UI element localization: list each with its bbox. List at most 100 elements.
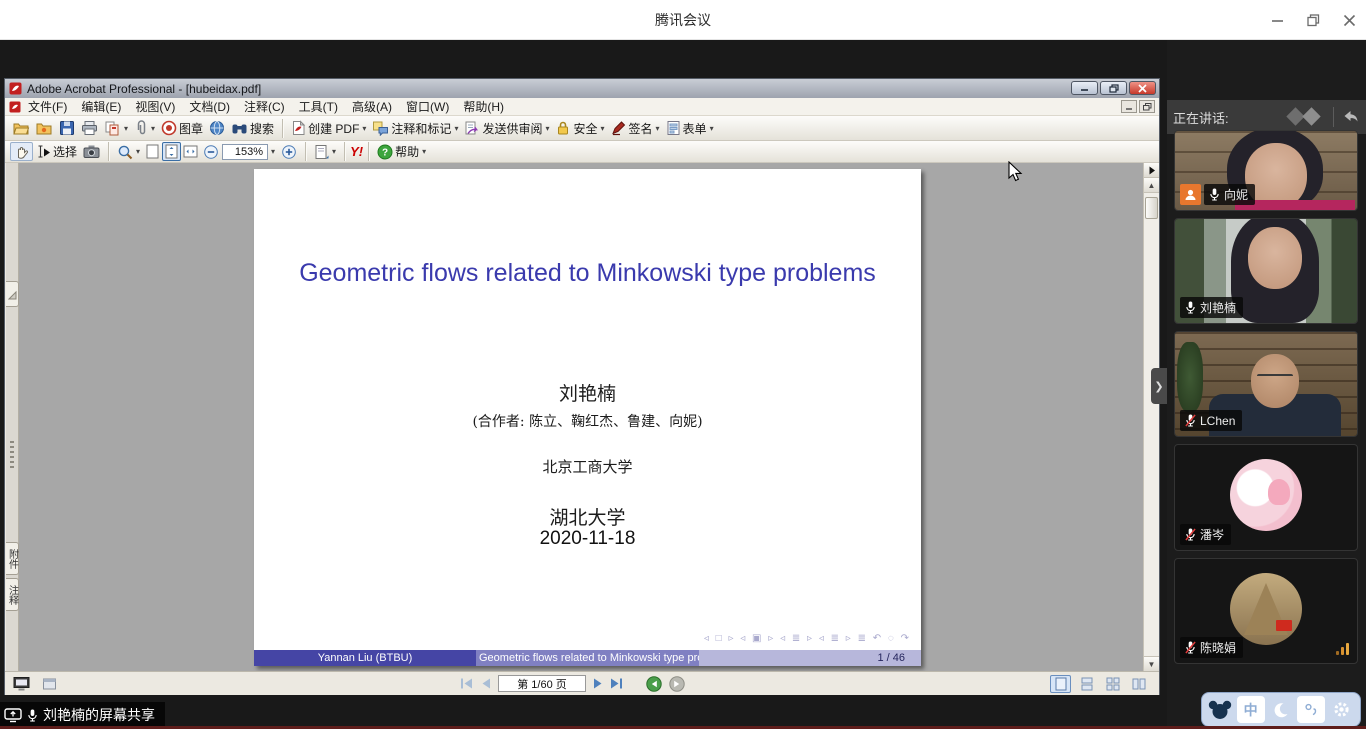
fit-visible-button[interactable] xyxy=(181,142,200,161)
participant-tile[interactable]: 陈晓娟 xyxy=(1174,558,1358,664)
back-arrow-icon[interactable] xyxy=(1342,109,1360,125)
zoom-dropdown-arrow-icon[interactable]: ▾ xyxy=(271,147,275,156)
mic-on-icon xyxy=(1185,301,1196,314)
acrobat-minimize-icon[interactable] xyxy=(1071,81,1098,95)
stamp-label: 图章 xyxy=(179,120,203,137)
scroll-up-icon[interactable]: ▲ xyxy=(1144,178,1159,193)
menu-advanced[interactable]: 高级(A) xyxy=(345,98,399,116)
pdf-page: Geometric flows related to Minkowski typ… xyxy=(254,169,921,666)
ime-fullwidth-moon-icon[interactable] xyxy=(1267,696,1295,723)
scrollbar-thumb[interactable] xyxy=(1145,197,1158,219)
previous-page-icon[interactable] xyxy=(481,678,491,689)
acrobat-window: Adobe Acrobat Professional - [hubeidax.p… xyxy=(4,78,1160,695)
window-layout-button[interactable] xyxy=(42,677,57,691)
participant-tile[interactable]: 向妮 xyxy=(1174,130,1358,211)
participant-tile[interactable]: 潘岑 xyxy=(1174,444,1358,551)
ime-settings-gear-icon[interactable] xyxy=(1328,696,1356,723)
zoom-out-button[interactable] xyxy=(200,143,222,161)
menu-document[interactable]: 文档(D) xyxy=(182,98,237,116)
fit-visible-icon xyxy=(183,144,198,159)
share-banner-text: 刘艳楠的屏幕共享 xyxy=(43,705,155,725)
send-review-button[interactable]: 发送供审阅▾ xyxy=(461,119,552,138)
page-display-button[interactable]: ▾ xyxy=(311,143,339,161)
organizer-button[interactable] xyxy=(33,119,56,137)
facing-continuous-layout-button[interactable] xyxy=(1102,675,1123,693)
sign-button[interactable]: 签名▾ xyxy=(608,119,663,138)
fit-width-icon xyxy=(146,144,159,159)
help-label: 帮助 xyxy=(395,143,419,160)
attachments-panel-tab[interactable]: 附件 xyxy=(6,542,19,575)
single-page-layout-button[interactable] xyxy=(1050,675,1071,693)
participant-name: LChen xyxy=(1200,414,1235,428)
continuous-layout-button[interactable] xyxy=(1076,675,1097,693)
close-icon[interactable] xyxy=(1340,11,1358,29)
acrobat-close-icon[interactable] xyxy=(1129,81,1156,95)
create-pdf-button[interactable]: 创建 PDF▾ xyxy=(288,119,369,138)
select-tool-button[interactable]: 选择 xyxy=(33,142,80,161)
email-button[interactable] xyxy=(206,119,228,137)
previous-view-icon[interactable] xyxy=(646,676,662,692)
document-restore-icon[interactable] xyxy=(1139,100,1155,113)
pages-panel-tab[interactable] xyxy=(6,281,19,307)
beamer-nav-symbols[interactable]: ◃ □ ▹ ◃ ▣ ▹ ◃ ≣ ▹ ◃ ≣ ▹ ≣ ↶ ◌ ↷ xyxy=(704,633,911,644)
next-page-icon[interactable] xyxy=(593,678,603,689)
search-button[interactable]: 搜索 xyxy=(228,119,277,138)
hand-tool-button[interactable] xyxy=(10,142,33,161)
restore-icon[interactable] xyxy=(1304,11,1322,29)
comments-panel-tab[interactable]: 注释 xyxy=(6,578,19,611)
pane-toggle-arrow-icon[interactable] xyxy=(1144,163,1159,178)
comment-markup-button[interactable]: 注释和标记▾ xyxy=(369,119,461,138)
tile-cascade-button[interactable] xyxy=(13,676,30,692)
document-minimize-icon[interactable] xyxy=(1121,100,1137,113)
yahoo-toolbar-button[interactable]: Y! xyxy=(350,144,363,159)
acrobat-restore-icon[interactable] xyxy=(1100,81,1127,95)
zoom-level-input[interactable]: 153% xyxy=(222,144,268,160)
facing-continuous-icon xyxy=(1106,677,1120,691)
menu-tools[interactable]: 工具(T) xyxy=(292,98,345,116)
minimize-icon[interactable] xyxy=(1268,11,1286,29)
participant-tile[interactable]: 刘艳楠 xyxy=(1174,218,1358,324)
ime-language-toggle[interactable]: 中 xyxy=(1237,696,1265,723)
menu-file[interactable]: 文件(F) xyxy=(21,98,74,116)
forms-icon xyxy=(666,120,681,136)
ime-logo-icon[interactable] xyxy=(1206,696,1234,723)
zoom-out-icon xyxy=(203,144,219,160)
security-button[interactable]: 安全▾ xyxy=(552,119,607,138)
fit-width-button[interactable] xyxy=(143,142,162,161)
dropdown-arrow-icon: ▾ xyxy=(656,124,660,133)
last-page-icon[interactable] xyxy=(610,678,624,689)
stamp-button[interactable]: 图章 xyxy=(158,119,206,138)
vertical-scrollbar[interactable]: ▲ ▼ xyxy=(1143,163,1159,671)
fit-page-button[interactable] xyxy=(162,142,181,161)
facing-layout-button[interactable] xyxy=(1128,675,1149,693)
menu-help[interactable]: 帮助(H) xyxy=(456,98,511,116)
menu-view[interactable]: 视图(V) xyxy=(128,98,182,116)
zoom-tool-button[interactable]: ▾ xyxy=(114,143,143,161)
forms-button[interactable]: 表单▾ xyxy=(663,119,717,138)
attach-button[interactable]: ▾ xyxy=(131,119,158,137)
first-page-icon[interactable] xyxy=(460,678,474,689)
menu-comments[interactable]: 注释(C) xyxy=(237,98,292,116)
participant-name-chip: LChen xyxy=(1180,410,1242,431)
dropdown-arrow-icon: ▾ xyxy=(454,124,458,133)
page-number-input[interactable]: 第 1/60 页 xyxy=(498,675,586,692)
open-button[interactable] xyxy=(10,119,33,137)
pane-grip[interactable] xyxy=(10,441,14,471)
participant-tile[interactable]: LChen xyxy=(1174,331,1358,437)
print-button[interactable] xyxy=(78,119,101,137)
search-label: 搜索 xyxy=(250,120,274,137)
next-view-icon[interactable] xyxy=(669,676,685,692)
help-button[interactable]: ? 帮助▾ xyxy=(374,142,429,161)
sidebar-collapse-handle[interactable]: ❯ xyxy=(1151,368,1167,404)
menu-edit[interactable]: 编辑(E) xyxy=(74,98,128,116)
snapshot-button[interactable] xyxy=(80,143,103,160)
combine-files-button[interactable]: ▾ xyxy=(101,119,131,137)
menu-window[interactable]: 窗口(W) xyxy=(399,98,456,116)
toolbar-separator xyxy=(282,119,283,138)
acrobat-titlebar[interactable]: Adobe Acrobat Professional - [hubeidax.p… xyxy=(5,79,1159,98)
scroll-down-icon[interactable]: ▼ xyxy=(1144,656,1159,671)
save-button[interactable] xyxy=(56,119,78,137)
zoom-in-button[interactable] xyxy=(278,143,300,161)
ime-punctuation-icon[interactable] xyxy=(1297,696,1325,723)
comment-bubble-icon xyxy=(372,120,389,136)
